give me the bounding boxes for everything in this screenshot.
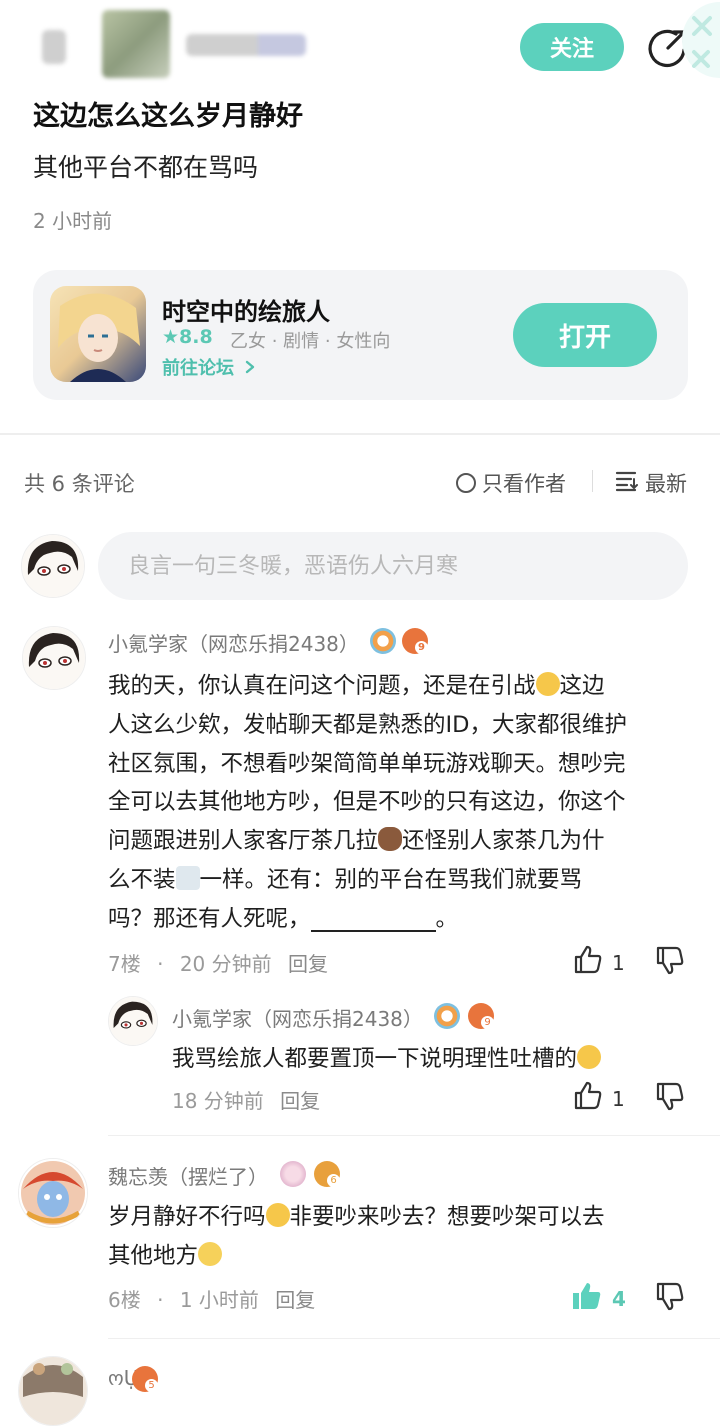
thumbs-up-icon — [572, 1080, 604, 1117]
level-badge-number: 9 — [415, 641, 428, 654]
post-title: 这边怎么这么岁月静好 — [33, 101, 303, 132]
reply-text: 我骂绘旅人都要置顶一下说明理性吐槽的 — [172, 1040, 692, 1079]
level-badge-number: 6 — [327, 1174, 340, 1187]
post-time: 2 小时前 — [33, 209, 113, 233]
anime-badge-icon — [280, 1161, 306, 1187]
poop-emoji-icon — [378, 827, 403, 852]
blurred-back-icon[interactable] — [42, 30, 66, 64]
reply-button[interactable]: 回复 — [275, 1288, 315, 1312]
radio-circle-icon[interactable] — [456, 473, 476, 493]
comment-text: 岁月静好不行吗 非要吵来吵去？想要吵架可以去 其他地方 — [108, 1203, 605, 1269]
game-name: 时空中的绘旅人 — [162, 298, 330, 326]
reply-meta: 18 分钟前 回复 — [172, 1085, 320, 1114]
comment-divider — [108, 1135, 720, 1136]
game-cover-image[interactable] — [50, 286, 146, 382]
sort-label: 最新 — [645, 472, 687, 496]
like-count: 1 — [612, 1086, 625, 1111]
sort-list-icon — [615, 470, 639, 497]
comment-time: 20 分钟前 — [179, 952, 272, 976]
flower-badge-icon — [434, 1003, 460, 1029]
like-button-active[interactable]: 4 — [570, 1280, 626, 1317]
game-rating: ★8.8 — [162, 326, 213, 348]
flower-badge-icon — [370, 628, 396, 654]
open-game-button[interactable]: 打开 — [513, 303, 657, 367]
follow-button[interactable]: 关注 — [520, 23, 624, 71]
like-button[interactable]: 1 — [572, 1080, 625, 1117]
commenter-name[interactable]: 魏忘羡（摆烂了） — [108, 1161, 268, 1190]
comment-time: 18 分钟前 — [172, 1089, 264, 1113]
star-icon: ★ — [162, 326, 180, 348]
comment-meta: 7楼 · 20 分钟前 回复 — [108, 948, 328, 977]
author-avatar[interactable] — [102, 10, 170, 78]
comment-time: 1 小时前 — [179, 1288, 259, 1312]
toilet-emoji-icon — [175, 865, 200, 890]
level-badge-number: 5 — [145, 1379, 158, 1392]
comment-meta: 6楼 · 1 小时前 回复 — [108, 1284, 315, 1313]
avatar[interactable] — [108, 996, 158, 1046]
level-badge-icon: 9 — [402, 628, 428, 654]
comment-count: 共 6 条评论 — [24, 472, 135, 496]
like-count: 4 — [612, 1286, 626, 1311]
comment-divider — [108, 1338, 720, 1339]
commenter-name[interactable]: 小氪学家（网恋乐捐2438） — [108, 628, 359, 657]
sunglasses-emoji-icon — [535, 672, 560, 696]
thumbs-down-icon[interactable] — [654, 1280, 686, 1312]
avatar[interactable] — [18, 1158, 88, 1228]
reply-button[interactable]: 回复 — [280, 1089, 320, 1113]
level-badge-number: 9 — [481, 1016, 494, 1029]
my-avatar[interactable] — [21, 534, 85, 598]
avatar[interactable] — [18, 1356, 88, 1426]
like-button[interactable]: 1 — [572, 944, 625, 981]
blush-emoji-icon — [198, 1241, 223, 1266]
floor-label: 6楼 — [108, 1288, 141, 1312]
level-badge-icon: 5 — [132, 1366, 158, 1392]
level-badge-icon: 6 — [314, 1161, 340, 1187]
author-only-toggle[interactable]: 只看作者 — [456, 468, 566, 498]
thinking-emoji-icon — [577, 1045, 602, 1069]
chevron-right-icon — [244, 358, 256, 379]
sort-latest-button[interactable]: 最新 — [615, 468, 687, 498]
meta-dot: · — [157, 1288, 164, 1312]
floor-label: 7楼 — [108, 952, 141, 976]
section-divider — [0, 433, 720, 435]
thumbs-up-icon — [572, 944, 604, 981]
author-only-label: 只看作者 — [482, 472, 566, 496]
like-count: 1 — [612, 950, 625, 975]
toolbar-separator — [592, 470, 593, 492]
decorative-corner-icon — [680, 0, 720, 80]
thumbs-down-icon[interactable] — [654, 944, 686, 976]
thumbs-up-filled-icon — [570, 1280, 604, 1317]
forum-link[interactable]: 前往论坛 — [162, 354, 256, 380]
author-name-blurred — [186, 34, 306, 56]
comment-input[interactable] — [98, 532, 688, 600]
commenter-name[interactable]: 小氪学家（网恋乐捐2438） — [172, 1003, 423, 1032]
forum-link-label: 前往论坛 — [162, 358, 234, 379]
rating-value: 8.8 — [179, 326, 213, 348]
comment-text: 我的天，你认真在问这个问题，还是在引战 这边 人这么少欸，发帖聊天都是熟悉的ID，… — [108, 672, 627, 932]
reply-button[interactable]: 回复 — [288, 952, 328, 976]
meta-dot: · — [157, 952, 164, 976]
avatar[interactable] — [22, 626, 86, 690]
heart-eyes-emoji-icon — [265, 1203, 290, 1227]
level-badge-icon: 9 — [468, 1003, 494, 1029]
post-body: 其他平台不都在骂吗 — [33, 153, 259, 182]
blank-underline — [310, 904, 436, 932]
thumbs-down-icon[interactable] — [654, 1080, 686, 1112]
game-tags: 乙女 · 剧情 · 女性向 — [230, 331, 391, 352]
